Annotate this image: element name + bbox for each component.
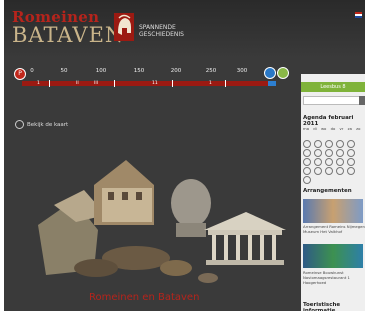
calendar-week — [303, 151, 358, 166]
calendar-day[interactable] — [303, 176, 311, 184]
search-input[interactable] — [303, 96, 361, 105]
timeline: P 0 50 100 150 200 250 300 1 II III 11 1 — [4, 64, 304, 92]
calendar-weekdays: ma di wo do vr za zo — [303, 126, 360, 131]
calendar-day[interactable] — [336, 167, 344, 175]
arrangement-1-sub: Museum Het Valkhof — [303, 229, 343, 234]
sidebar: Leesbus 8 Agenda februari 2011 ma di wo … — [301, 74, 365, 311]
timeline-tick[interactable]: 50 — [61, 68, 68, 74]
sidebar-green-button[interactable]: Leesbus 8 — [301, 82, 365, 92]
main-title[interactable]: Romeinen en Bataven — [89, 292, 199, 303]
weekday: wo — [320, 126, 327, 131]
timeline-next-button[interactable] — [277, 67, 289, 79]
tourist-info-heading[interactable]: Toeristische informatie — [303, 302, 365, 311]
map-link[interactable]: Bekijk de kaart — [15, 120, 68, 129]
calendar-day[interactable] — [347, 167, 355, 175]
arrangement-photo-2[interactable] — [303, 244, 363, 268]
timeline-present-segment — [268, 81, 276, 86]
timeline-home-button[interactable] — [264, 67, 276, 79]
timeline-marker[interactable]: 1 — [37, 81, 40, 86]
timeline-marker-line — [49, 80, 50, 87]
tagline-line1: SPANNENDE — [139, 24, 176, 31]
weekday: vr — [339, 126, 344, 131]
weekday: zo — [356, 126, 361, 131]
calendar-week — [303, 133, 358, 148]
timeline-prev-button[interactable]: P — [14, 68, 26, 80]
timeline-marker-line — [114, 80, 115, 87]
timeline-marker-line — [225, 80, 226, 87]
page-frame: Romeinen BATAVEN SPANNENDE GESCHIEDENIS … — [4, 0, 365, 311]
header: Romeinen BATAVEN SPANNENDE GESCHIEDENIS — [4, 0, 365, 58]
map-link-label: Bekijk de kaart — [27, 122, 69, 128]
timeline-tick[interactable]: 150 — [134, 68, 145, 74]
calendar-day[interactable] — [314, 167, 322, 175]
calendar-week — [303, 142, 358, 157]
brand-line-bataven[interactable]: BATAVEN — [12, 23, 124, 47]
collage-bust-statue — [171, 179, 211, 237]
timeline-tick[interactable]: 250 — [206, 68, 217, 74]
timeline-tick[interactable]: 0 — [30, 68, 34, 74]
arrangementen-heading[interactable]: Arrangementen — [303, 188, 352, 194]
timeline-bar[interactable] — [22, 81, 276, 86]
calendar-week — [303, 160, 358, 175]
timeline-marker[interactable]: III — [94, 81, 98, 86]
map-icon — [15, 120, 24, 129]
weekday: do — [330, 126, 336, 131]
search-button[interactable] — [359, 96, 365, 105]
timeline-marker[interactable]: 11 — [152, 81, 158, 86]
tagline-line2: GESCHIEDENIS — [139, 31, 184, 38]
timeline-tick[interactable]: 200 — [171, 68, 182, 74]
timeline-marker-line — [172, 80, 173, 87]
arrangement-photo-1[interactable] — [303, 199, 363, 223]
timeline-tick[interactable]: 300 — [237, 68, 248, 74]
roman-artifacts-collage[interactable] — [36, 130, 296, 285]
weekday: di — [313, 126, 317, 131]
timeline-marker[interactable]: 1 — [209, 81, 212, 86]
roman-helmet-logo-icon — [114, 13, 134, 41]
arrangement-2-sub2: Hoogerhoed — [303, 280, 327, 285]
dutch-flag-icon[interactable] — [355, 12, 362, 18]
weekday: za — [347, 126, 352, 131]
weekday: ma — [303, 126, 310, 131]
calendar-week — [303, 169, 314, 184]
collage-fort-tower — [94, 160, 154, 225]
calendar-day[interactable] — [325, 167, 333, 175]
collage-temple — [204, 212, 286, 265]
timeline-tick[interactable]: 100 — [96, 68, 107, 74]
timeline-marker[interactable]: II — [76, 81, 79, 86]
